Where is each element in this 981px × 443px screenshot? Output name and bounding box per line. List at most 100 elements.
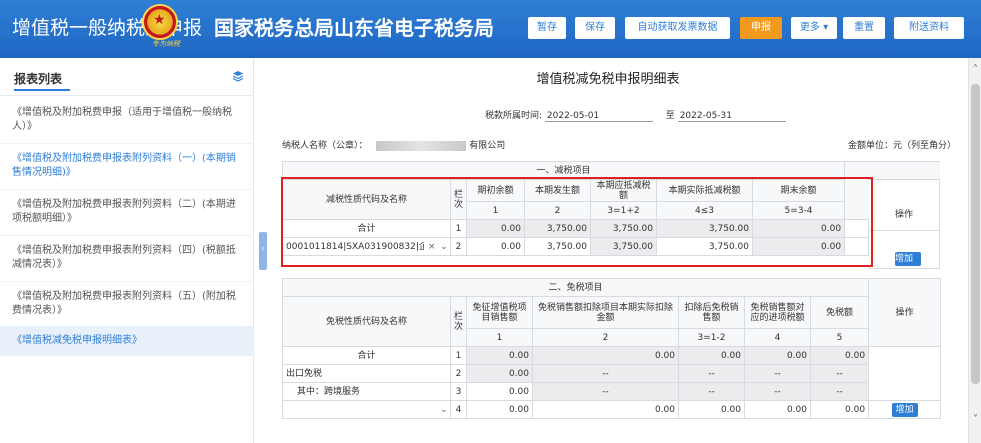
table-row: 出口免税 2 0.00 -- -- -- -- — [282, 364, 941, 383]
reduction-op-empty — [844, 219, 870, 238]
exemption-cell: -- — [532, 364, 679, 383]
exemption-cell: -- — [532, 382, 679, 401]
reduction-op-title-cell — [868, 162, 940, 180]
reduction-header-opening: 期初余额 — [466, 179, 525, 202]
exemption-header-net-sales: 扣除后免税销售额 — [678, 296, 745, 329]
exemption-index-4: 4 — [744, 328, 811, 347]
reduction-op-column: 操作 增加 — [868, 161, 940, 269]
exemption-cell[interactable]: 0.00 — [809, 400, 870, 419]
sidebar: 报表列表 《增值税及附加税费申报（适用于增值税一般纳税人）》 《增值税及附加税费… — [0, 58, 254, 443]
exemption-op-header: 操作 — [868, 278, 942, 347]
exemption-code-select[interactable]: ⌄ — [282, 400, 451, 419]
exemption-cell[interactable]: 0.00 — [532, 400, 679, 419]
exemption-name-header: 免税性质代码及名称 — [282, 296, 451, 347]
reduction-section-title: 一、减税项目 — [281, 161, 846, 180]
reduction-index-1: 1 — [466, 201, 525, 220]
reduction-index-2: 2 — [524, 201, 591, 220]
exemption-row-name: 出口免税 — [282, 364, 451, 383]
chevron-left-icon: ‹ — [261, 244, 265, 253]
exemption-cell[interactable]: 0.00 — [466, 400, 533, 419]
reduction-op-header-spacer — [844, 161, 869, 220]
reduction-row-actual[interactable]: 3,750.00 — [656, 237, 753, 256]
auto-fetch-invoice-button[interactable]: 自动获取发票数据 — [625, 17, 730, 39]
scroll-down-icon[interactable]: ˅ — [969, 414, 981, 425]
reduction-header-incurred: 本期发生额 — [524, 179, 591, 202]
exemption-cell: -- — [678, 364, 745, 383]
exemption-row-line: 3 — [450, 382, 467, 401]
sidebar-collapse-handle[interactable]: ‹ — [259, 232, 267, 270]
exemption-index-5: 5 — [809, 328, 870, 347]
exemption-cell: 0.00 — [809, 346, 870, 365]
save-button[interactable]: 保存 — [575, 17, 615, 39]
exemption-cell: 0.00 — [744, 346, 811, 365]
exemption-header-sales: 免征增值税项目销售额 — [466, 296, 533, 329]
scroll-thumb[interactable] — [971, 84, 980, 384]
exemption-row-line: 1 — [450, 346, 467, 365]
app-header: 增值税一般纳税人申报 ★ 专为纳税 国家税务总局山东省电子税务局 暂存 保存 自… — [0, 0, 981, 58]
exemption-index-2: 2 — [532, 328, 679, 347]
reduction-total-opening: 0.00 — [466, 219, 525, 238]
table-row: ⌄ 4 0.00 0.00 0.00 0.00 0.00 增加 — [282, 400, 942, 419]
exemption-section-title: 二、免税项目 — [281, 278, 870, 297]
reset-button[interactable]: 重置 — [843, 17, 885, 39]
sidebar-item-schedule-4[interactable]: 《增值税及附加税费申报表附列资料（四）(税额抵减情况表）》 — [0, 240, 254, 282]
reduction-code-select[interactable]: 0001011814|SXA031900832|企 × ⌄ — [282, 237, 451, 256]
exemption-cell[interactable]: 0.00 — [678, 400, 745, 419]
period-row: 税款所属时间: 2022-05-01 至 2022-05-31 — [485, 108, 786, 122]
reduction-table: 一、减税项目 减税性质代码及名称 栏次 期初余额 本期发生额 本期应抵减税额 本… — [281, 161, 870, 256]
table-row: 合计 1 0.00 0.00 0.00 0.00 0.00 — [282, 346, 942, 401]
vertical-scrollbar[interactable]: ˄ ˅ — [968, 58, 981, 443]
reduction-total-closing: 0.00 — [751, 219, 846, 238]
exemption-index-1: 1 — [466, 328, 533, 347]
exemption-cell: -- — [809, 364, 870, 383]
reduction-name-header: 减税性质代码及名称 — [282, 179, 451, 220]
exemption-cell[interactable]: 0.00 — [744, 400, 811, 419]
chevron-down-icon: ▾ — [823, 22, 829, 33]
reduction-index-5: 5=3-4 — [751, 201, 846, 220]
clear-icon[interactable]: × — [428, 242, 436, 252]
chevron-down-icon[interactable]: ⌄ — [440, 242, 448, 252]
period-end-field[interactable]: 2022-05-31 — [677, 111, 786, 122]
reduction-total-actual: 3,750.00 — [656, 219, 753, 238]
period-start-field[interactable]: 2022-05-01 — [544, 111, 653, 122]
exemption-row-name: 其中：跨境服务 — [282, 382, 451, 401]
exemption-add-button[interactable]: 增加 — [891, 402, 918, 417]
layers-icon[interactable] — [232, 70, 244, 82]
reduction-index-3: 3=1+2 — [590, 201, 657, 220]
reduction-header-deductible: 本期应抵减税额 — [590, 179, 657, 202]
org-title: 国家税务总局山东省电子税务局 — [214, 16, 494, 40]
sidebar-item-exemption-detail[interactable]: 《增值税减免税申报明细表》 — [0, 326, 254, 356]
exemption-cell: 0.00 — [532, 346, 679, 365]
exemption-row-name: 合计 — [282, 346, 451, 365]
reduction-code-value: 0001011814|SXA031900832|企 — [286, 241, 424, 252]
more-button[interactable]: 更多 ▾ — [791, 17, 837, 39]
attach-docs-button[interactable]: 附送资料 — [894, 17, 964, 39]
chevron-down-icon[interactable]: ⌄ — [440, 405, 448, 415]
sidebar-item-main-return[interactable]: 《增值税及附加税费申报（适用于增值税一般纳税人）》 — [0, 102, 254, 144]
exemption-cell: -- — [678, 382, 745, 401]
table-row: 合计 1 0.00 3,750.00 3,750.00 3,750.00 0.0… — [282, 219, 870, 238]
temp-save-button[interactable]: 暂存 — [528, 17, 566, 39]
exemption-header-input-tax: 免税销售额对应的进项税额 — [744, 296, 811, 329]
sidebar-item-schedule-1[interactable]: 《增值税及附加税费申报表附列资料（一）(本期销售情况明细)》 — [0, 148, 254, 190]
reduction-row-opening[interactable]: 0.00 — [466, 237, 525, 256]
seal-text: 专为纳税 — [152, 40, 180, 48]
sidebar-item-schedule-5[interactable]: 《增值税及附加税费申报表附列资料（五）(附加税费情况表）》 — [0, 286, 254, 328]
taxpayer-label: 纳税人名称（公章）： — [282, 141, 368, 151]
reduction-add-button[interactable]: 增加 — [895, 252, 921, 266]
reduction-row-closing: 0.00 — [751, 237, 846, 256]
reduction-row-incurred[interactable]: 3,750.00 — [524, 237, 591, 256]
reduction-header-closing: 期末余额 — [751, 179, 846, 202]
declare-button[interactable]: 申报 — [740, 17, 782, 39]
reduction-index-4: 4≤3 — [656, 201, 753, 220]
sidebar-item-schedule-2[interactable]: 《增值税及附加税费申报表附列资料（二）(本期进项税额明细）》 — [0, 194, 254, 236]
reduction-row-op — [844, 237, 870, 256]
exemption-row-line: 4 — [450, 400, 467, 419]
reduction-total-deductible: 3,750.00 — [590, 219, 657, 238]
scroll-up-icon[interactable]: ˄ — [969, 64, 981, 75]
sidebar-header: 报表列表 — [0, 58, 254, 96]
exemption-op-cell: 增加 — [868, 400, 942, 419]
reduction-line-header: 栏次 — [450, 179, 467, 220]
reduction-total-label: 合计 — [282, 219, 451, 238]
exemption-cell[interactable]: 0.00 — [466, 382, 533, 401]
